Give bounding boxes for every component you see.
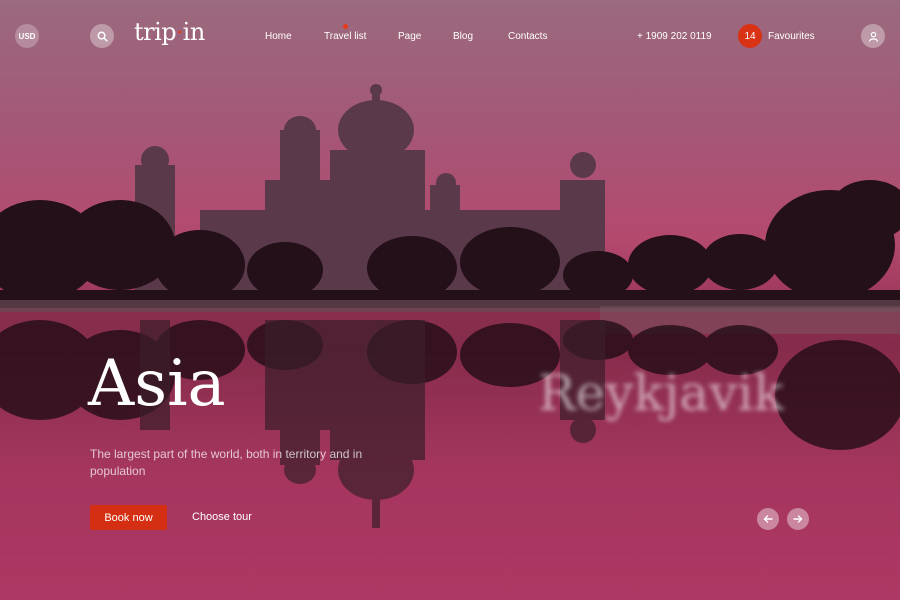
arrow-right-icon	[793, 515, 803, 523]
logo-text-trip: trip	[134, 18, 177, 46]
nav-home[interactable]: Home	[265, 31, 292, 42]
book-now-button[interactable]: Book now	[90, 505, 167, 530]
currency-switcher[interactable]: USD	[15, 24, 39, 48]
arrow-left-icon	[763, 515, 773, 523]
user-icon	[868, 31, 878, 42]
logo-text-in: in	[182, 18, 206, 46]
nav-page[interactable]: Page	[398, 31, 421, 42]
hero-section: USD trip·in Home Travel list Page Blog C…	[0, 0, 900, 600]
user-account-button[interactable]	[861, 24, 885, 48]
search-icon	[97, 31, 108, 42]
choose-tour-link[interactable]: Choose tour	[192, 511, 252, 523]
next-slide-button[interactable]	[787, 508, 809, 530]
hero-title: Asia	[88, 347, 226, 421]
favourites-count-badge[interactable]: 14	[738, 24, 762, 48]
nav-travel-list[interactable]: Travel list	[324, 31, 366, 42]
previous-slide-button[interactable]	[757, 508, 779, 530]
search-button[interactable]	[90, 24, 114, 48]
nav-contacts[interactable]: Contacts	[508, 31, 547, 42]
site-logo[interactable]: trip·in	[134, 18, 205, 46]
active-nav-indicator	[343, 24, 348, 29]
favourites-link[interactable]: Favourites	[768, 31, 815, 42]
top-navigation: USD trip·in Home Travel list Page Blog C…	[0, 0, 900, 72]
next-slide-title: Reykjavik	[538, 364, 784, 422]
nav-blog[interactable]: Blog	[453, 31, 473, 42]
hero-subtitle: The largest part of the world, both in t…	[90, 447, 363, 478]
phone-number[interactable]: + 1909 202 0119	[637, 31, 712, 42]
